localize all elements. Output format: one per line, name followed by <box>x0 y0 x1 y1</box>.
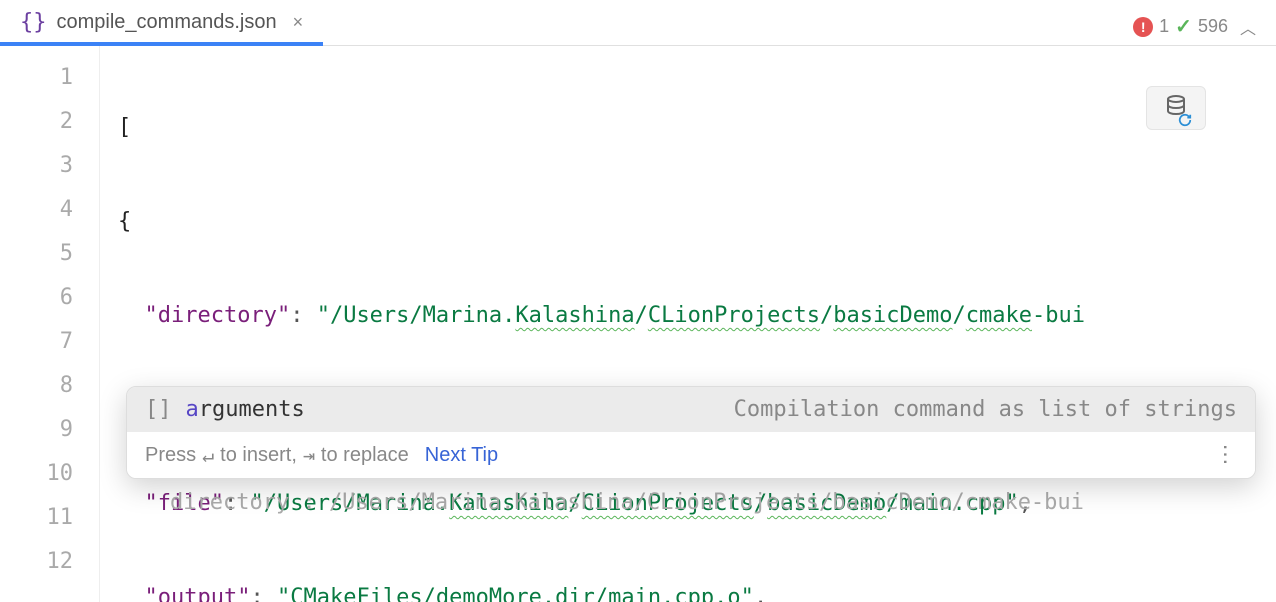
line-number[interactable]: 6 <box>0 276 73 320</box>
editor: 1 2 3 4 5 6 7 8 9 10 11 12 [ { "director… <box>0 46 1276 602</box>
tab-compile-commands[interactable]: {} compile_commands.json × <box>0 0 323 45</box>
line-number[interactable]: 11 <box>0 496 73 540</box>
autocomplete-item-arguments[interactable]: [] arguments Compilation command as list… <box>127 387 1255 432</box>
autocomplete-hint: Compilation command as list of strings <box>734 397 1237 422</box>
code-line: "output": "CMakeFiles/demoMore.dir/main.… <box>118 576 1276 602</box>
more-options-icon[interactable]: ⋯ <box>1213 444 1239 467</box>
tab-title: compile_commands.json <box>57 11 277 34</box>
line-number[interactable]: 5 <box>0 232 73 276</box>
error-count: 1 <box>1159 16 1169 37</box>
code-line: [ <box>118 106 1276 150</box>
line-number[interactable]: 3 <box>0 144 73 188</box>
line-number[interactable]: 7 <box>0 320 73 364</box>
array-type-icon: [] <box>145 397 172 422</box>
line-number[interactable]: 4 <box>0 188 73 232</box>
weak-warning-count: 596 <box>1198 16 1228 37</box>
code-line: { <box>118 200 1276 244</box>
line-number[interactable]: 1 <box>0 56 73 100</box>
line-number[interactable]: 8 <box>0 364 73 408</box>
line-number[interactable]: 12 <box>0 540 73 584</box>
close-icon[interactable]: × <box>293 12 304 33</box>
tab-key-glyph: ⇥ <box>303 443 315 467</box>
next-tip-link[interactable]: Next Tip <box>425 444 498 467</box>
code-line: "directory": "/Users/Marina.Kalashina/CL… <box>118 294 1276 338</box>
autocomplete-popup: [] arguments Compilation command as list… <box>126 386 1256 479</box>
line-gutter: 1 2 3 4 5 6 7 8 9 10 11 12 <box>0 46 100 602</box>
refresh-badge-icon <box>1178 113 1192 127</box>
weak-warning-icon: ✓ <box>1175 14 1192 39</box>
line-number[interactable]: 9 <box>0 408 73 452</box>
chevron-up-icon[interactable]: ︿ <box>1240 15 1256 39</box>
autocomplete-label: arguments <box>186 397 305 422</box>
autocomplete-footer: Press ↵ to insert, ⇥ to replace Next Tip… <box>127 432 1255 478</box>
error-icon: ! <box>1133 17 1153 37</box>
enter-key-glyph: ↵ <box>202 443 214 467</box>
line-number[interactable]: 10 <box>0 452 73 496</box>
obscured-code-line: directory : /Users/Marina.Kalashina/CLio… <box>170 490 1084 515</box>
code-area[interactable]: [ { "directory": "/Users/Marina.Kalashin… <box>100 46 1276 602</box>
line-number[interactable]: 2 <box>0 100 73 144</box>
database-icon <box>1164 94 1188 123</box>
datasource-reload-button[interactable] <box>1146 86 1206 130</box>
json-file-icon: {} <box>20 10 47 35</box>
tab-bar: {} compile_commands.json × <box>0 0 1276 46</box>
inspection-widget[interactable]: ! 1 ✓ 596 ︿ <box>1127 10 1262 43</box>
